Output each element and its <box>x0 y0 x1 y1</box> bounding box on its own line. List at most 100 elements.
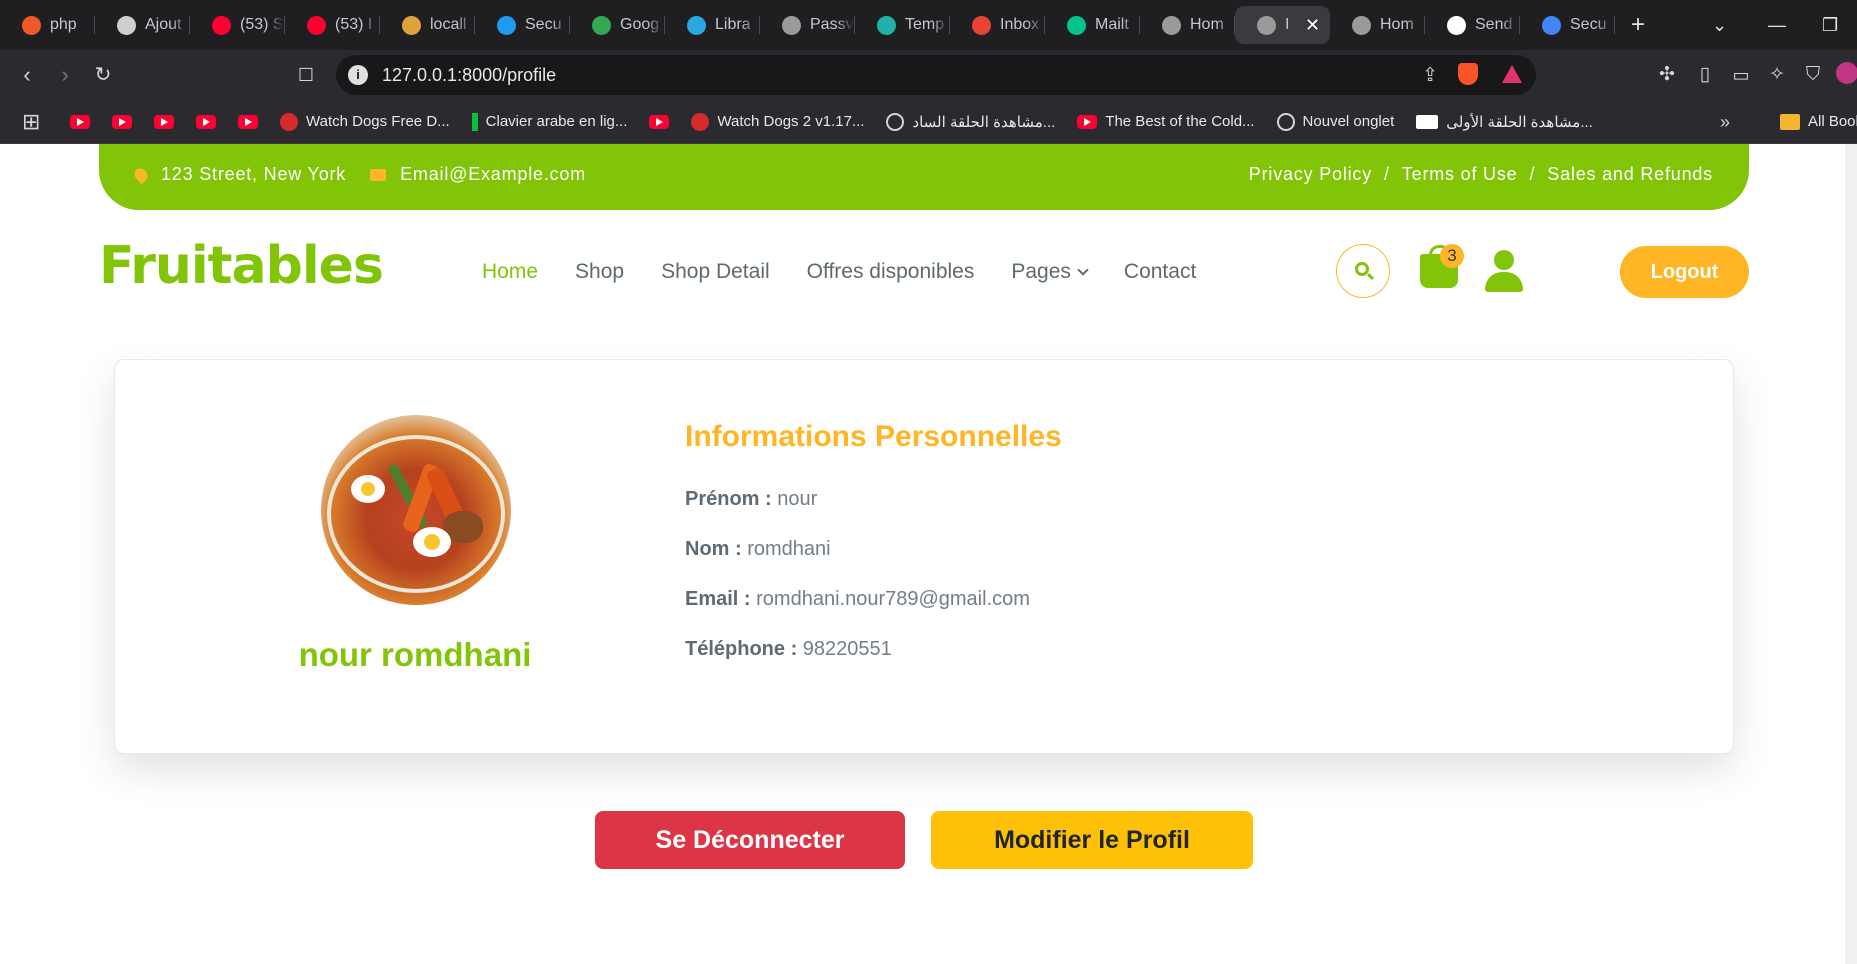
globe-icon <box>1162 15 1181 35</box>
nav-pages[interactable]: Pages <box>1011 260 1089 284</box>
page-scrollbar[interactable] <box>1845 144 1857 964</box>
tab-title: Temp <box>905 16 945 33</box>
bookmark-favicon-icon <box>691 112 710 131</box>
bookmark-list: Watch Dogs Free D... Clavier arabe en lig… <box>70 112 1615 131</box>
field-email: Email : romdhani.nour789@gmail.com <box>685 588 1030 611</box>
email-link[interactable]: Email@Example.com <box>400 164 586 185</box>
nav-shop-detail[interactable]: Shop Detail <box>661 260 770 284</box>
logout-button[interactable]: Logout <box>1620 246 1749 298</box>
bookmark-item[interactable] <box>649 114 677 129</box>
bookmark-item[interactable]: Watch Dogs Free D... <box>280 112 450 131</box>
symfony-icon <box>1447 15 1466 35</box>
user-account-icon[interactable] <box>1485 250 1523 292</box>
bookmarks-bar: ⊞ Watch Dogs Free D... Clavier arabe en l… <box>0 100 1857 144</box>
browser-tab[interactable]: Ajout <box>95 0 190 50</box>
tab-title: (53) S <box>240 16 284 33</box>
brand-logo[interactable]: Fruitables <box>99 236 384 296</box>
tab-title: Send <box>1475 16 1513 33</box>
profile-avatar-icon[interactable] <box>1836 62 1857 84</box>
browser-tab[interactable]: Temp <box>855 0 950 50</box>
bookmark-item[interactable]: Clavier arabe en lig... <box>471 112 627 131</box>
browser-tab[interactable]: php <box>0 0 95 50</box>
apps-grid-icon[interactable]: ⊞ <box>22 110 44 133</box>
terms-of-use-link[interactable]: Terms of Use <box>1402 164 1518 185</box>
privacy-policy-link[interactable]: Privacy Policy <box>1249 164 1372 185</box>
site-info-icon[interactable]: i <box>348 65 368 85</box>
browser-tab[interactable]: (53) I <box>285 0 380 50</box>
browser-tab[interactable]: Secu <box>1520 0 1615 50</box>
disconnect-button[interactable]: Se Déconnecter <box>595 811 905 869</box>
bookmark-item[interactable] <box>70 114 98 129</box>
more-bookmarks-icon[interactable]: » <box>1720 112 1730 133</box>
browser-tab[interactable]: locall <box>380 0 475 50</box>
bookmark-favicon-icon <box>280 112 298 131</box>
tab-title: Goog <box>620 16 660 33</box>
browser-tab[interactable]: Send <box>1425 0 1520 50</box>
bookmark-item[interactable]: مشاهدة الحلقة الأولى... <box>1416 113 1593 131</box>
address-text: 123 Street, New York <box>161 164 347 184</box>
all-bookmarks-folder[interactable]: All Book <box>1780 113 1857 130</box>
youtube-icon <box>1077 114 1098 129</box>
share-icon[interactable]: ⇪ <box>1422 64 1438 87</box>
sidebar-icon[interactable]: ▯ <box>1692 62 1718 88</box>
browser-tab[interactable]: Hom <box>1330 0 1425 50</box>
tab-title: php <box>50 16 77 33</box>
google-icon <box>1542 15 1561 35</box>
edit-profile-button[interactable]: Modifier le Profil <box>931 811 1253 869</box>
browser-tab[interactable]: Libra <box>665 0 760 50</box>
bookmark-label: Watch Dogs Free D... <box>306 113 450 130</box>
bookmark-item[interactable]: Watch Dogs 2 v1.17... <box>691 112 865 131</box>
openai-icon <box>117 15 136 35</box>
wallet-icon[interactable]: ▭ <box>1728 62 1754 88</box>
close-tab-icon[interactable]: ✕ <box>1305 15 1320 36</box>
bookmark-item[interactable] <box>238 114 266 129</box>
bookmark-item[interactable]: مشاهدة الحلقة الساد... <box>886 112 1055 131</box>
top-info-bar: 123 Street, New York Email@Example.com P… <box>99 144 1749 210</box>
nav-contact[interactable]: Contact <box>1124 260 1196 284</box>
tab-title: Ajout <box>145 16 182 33</box>
tab-search-chevron-icon[interactable]: ⌄ <box>1712 0 1727 50</box>
security-icon <box>497 15 516 35</box>
bookmark-icon[interactable]: ☐ <box>293 62 319 88</box>
vpn-shield-icon[interactable]: ⛉ <box>1800 62 1826 88</box>
globe-icon <box>1276 112 1295 131</box>
browser-toolbar: ‹ › ↻ ☐ i 127.0.0.1:8000/profile ⇪ ✣ ▯ ▭… <box>0 50 1857 100</box>
brave-shields-icon[interactable] <box>1458 63 1478 85</box>
back-icon[interactable]: ‹ <box>14 62 40 88</box>
nav-home[interactable]: Home <box>482 260 538 284</box>
user-head <box>1494 250 1514 270</box>
leo-ai-icon[interactable]: ✧ <box>1764 62 1790 88</box>
browser-tab[interactable]: I ✕ <box>1235 6 1330 44</box>
bookmark-item[interactable] <box>154 114 182 129</box>
minimize-button[interactable]: — <box>1768 0 1786 50</box>
browser-tab[interactable]: Secu <box>475 0 570 50</box>
sales-refunds-link[interactable]: Sales and Refunds <box>1547 164 1713 185</box>
globe-icon <box>1352 15 1371 35</box>
nav-offres[interactable]: Offres disponibles <box>807 260 975 284</box>
forward-icon[interactable]: › <box>52 62 78 88</box>
nav-shop[interactable]: Shop <box>575 260 624 284</box>
new-tab-button[interactable]: + <box>1615 11 1661 39</box>
address-bar[interactable]: i 127.0.0.1:8000/profile ⇪ <box>336 55 1536 95</box>
browser-tab[interactable]: Goog <box>570 0 665 50</box>
bookmark-item[interactable] <box>112 114 140 129</box>
libra-icon <box>687 15 706 35</box>
globe-icon <box>1257 15 1276 35</box>
browser-tab[interactable]: Mailt <box>1045 0 1140 50</box>
folder-icon <box>1780 113 1800 130</box>
bookmark-item[interactable] <box>196 114 224 129</box>
browser-tab[interactable]: Inbox <box>950 0 1045 50</box>
reload-icon[interactable]: ↻ <box>90 62 116 88</box>
bookmark-item[interactable]: The Best of the Cold... <box>1077 113 1255 130</box>
extensions-icon[interactable]: ✣ <box>1654 62 1680 88</box>
brave-rewards-icon[interactable] <box>1502 65 1522 83</box>
browser-tab[interactable]: Passv <box>760 0 855 50</box>
localhost-icon <box>402 15 421 35</box>
maximize-button[interactable]: ❐ <box>1822 0 1838 50</box>
all-bookmarks-label: All Book <box>1808 113 1857 130</box>
browser-tab[interactable]: (53) S <box>190 0 285 50</box>
browser-tab[interactable]: Hom <box>1140 0 1235 50</box>
search-button[interactable] <box>1336 244 1390 298</box>
bookmark-label: Watch Dogs 2 v1.17... <box>717 113 865 130</box>
bookmark-item[interactable]: Nouvel onglet <box>1276 112 1394 131</box>
